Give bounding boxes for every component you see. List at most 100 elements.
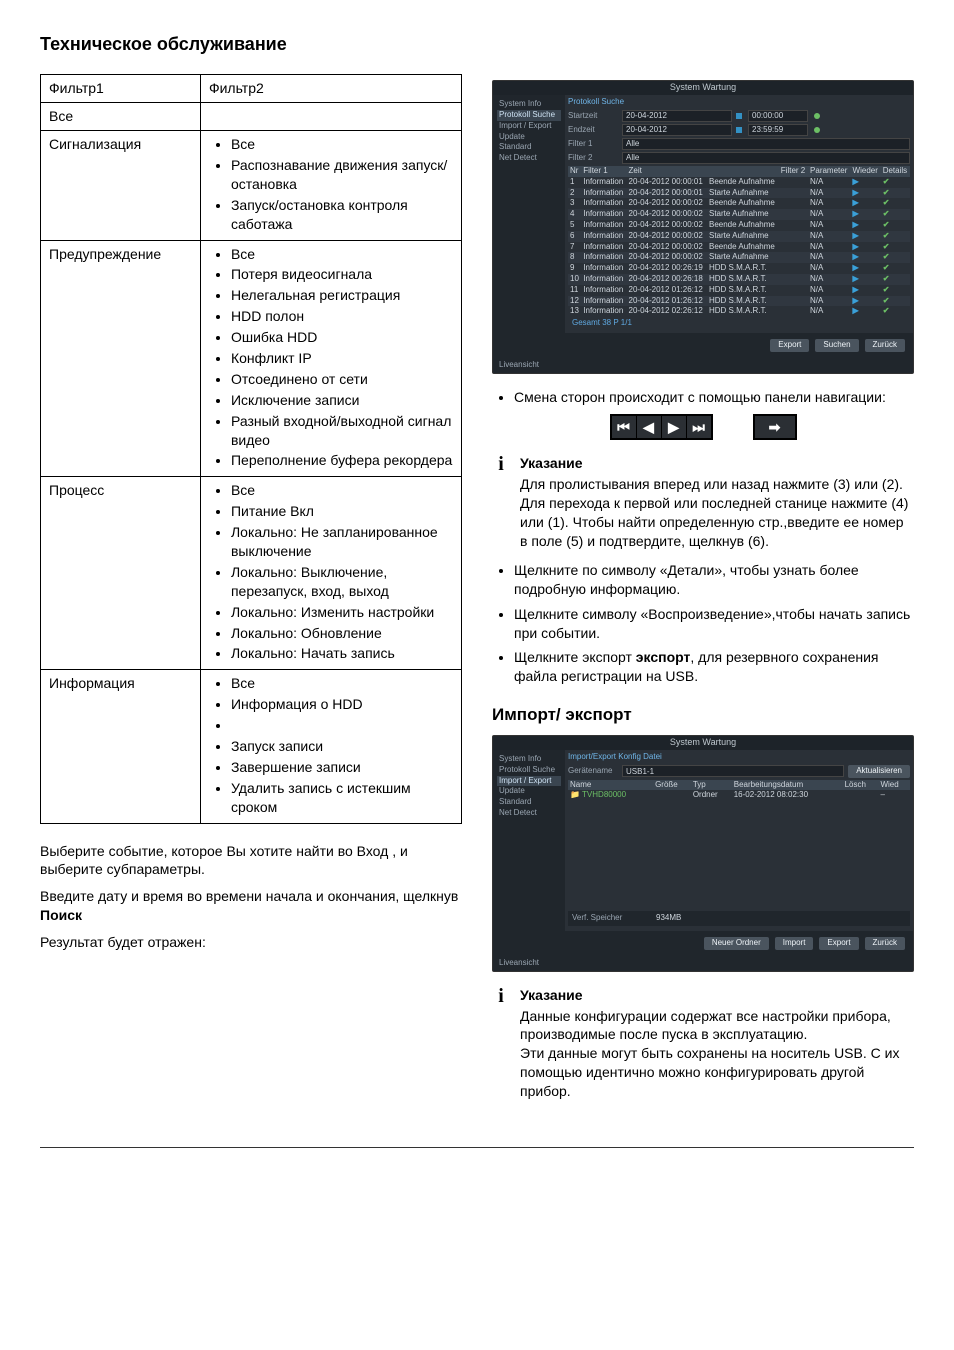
table-row[interactable]: 9Information20-04-2012 00:26:19HDD S.M.A…: [568, 263, 910, 274]
sidebar-item[interactable]: Import / Export: [497, 121, 561, 132]
play-icon[interactable]: ▶: [851, 177, 881, 188]
page-title: Техническое обслуживание: [40, 32, 914, 56]
sidebar-item[interactable]: System Info: [497, 99, 561, 110]
filter1-cell: Предупреждение: [41, 240, 201, 477]
refresh-button[interactable]: Aktualisieren: [848, 765, 910, 778]
filter2-select[interactable]: [622, 152, 910, 164]
details-icon[interactable]: ✔: [881, 188, 910, 199]
play-icon[interactable]: ▶: [851, 198, 881, 209]
details-icon[interactable]: ✔: [881, 296, 910, 307]
table-row[interactable]: 11Information20-04-2012 01:26:12HDD S.M.…: [568, 285, 910, 296]
sidebar-item[interactable]: Update: [497, 786, 561, 797]
list-item: Питание Вкл: [231, 502, 453, 521]
sidebar-item[interactable]: System Info: [497, 754, 561, 765]
neuer-ordner-button[interactable]: Neuer Ordner: [704, 937, 769, 950]
play-icon[interactable]: ▶: [851, 242, 881, 253]
screenshot2-main: Import/Export Konfig Datei Gerätename Ak…: [565, 750, 913, 931]
screenshot1-sidebar: System InfoProtokoll SucheImport / Expor…: [493, 95, 565, 333]
play-icon[interactable]: ▶: [851, 306, 881, 317]
table-row[interactable]: 📁 TVHD80000 Ordner 16-02-2012 08:02:30 –: [568, 790, 910, 801]
screenshot1-liveview[interactable]: Liveansicht: [493, 358, 913, 373]
details-icon[interactable]: ✔: [881, 198, 910, 209]
list-item: Ошибка HDD: [231, 328, 453, 347]
clock-icon[interactable]: [814, 113, 820, 119]
table-row[interactable]: 7Information20-04-2012 00:00:02Beende Au…: [568, 242, 910, 253]
import-button[interactable]: Import: [775, 937, 814, 950]
nav-button-4[interactable]: ⏭: [687, 416, 711, 438]
start-date-input[interactable]: [622, 110, 732, 122]
suchen-button[interactable]: Suchen: [815, 339, 858, 352]
play-icon[interactable]: ▶: [851, 220, 881, 231]
start-time-input[interactable]: [748, 110, 808, 122]
play-icon[interactable]: ▶: [851, 263, 881, 274]
list-item: Все: [231, 674, 453, 693]
sidebar-item[interactable]: Net Detect: [497, 808, 561, 819]
table-row[interactable]: 12Information20-04-2012 01:26:12HDD S.M.…: [568, 296, 910, 307]
details-icon[interactable]: ✔: [881, 209, 910, 220]
sidebar-item[interactable]: Standard: [497, 142, 561, 153]
play-icon[interactable]: ▶: [851, 274, 881, 285]
details-icon[interactable]: ✔: [881, 220, 910, 231]
play-icon[interactable]: ▶: [851, 209, 881, 220]
note1-title: Указание: [520, 454, 914, 473]
screenshot2-button-bar: Neuer Ordner Import Export Zurück: [493, 931, 913, 956]
clock-icon[interactable]: [814, 127, 820, 133]
end-date-input[interactable]: [622, 124, 732, 136]
details-icon[interactable]: ✔: [881, 306, 910, 317]
sidebar-item[interactable]: Net Detect: [497, 153, 561, 164]
table-row[interactable]: 3Information20-04-2012 00:00:02Beende Au…: [568, 198, 910, 209]
sidebar-item[interactable]: Protokoll Suche: [497, 110, 561, 121]
sidebar-item[interactable]: Import / Export: [497, 776, 561, 787]
details-icon[interactable]: ✔: [881, 242, 910, 253]
sidebar-item[interactable]: Standard: [497, 797, 561, 808]
device-select[interactable]: [622, 765, 844, 777]
navigation-bar: ⏮◀▶⏭ ➡: [492, 414, 914, 440]
filter1-cell: Информация: [41, 670, 201, 823]
nav-button-3[interactable]: ▶: [662, 416, 687, 438]
filter1-cell: Процесс: [41, 477, 201, 670]
right-bullet-navigation: Смена сторон происходит с помощью панели…: [514, 388, 914, 407]
table-row[interactable]: 2Information20-04-2012 00:00:01Starte Au…: [568, 188, 910, 199]
details-icon[interactable]: ✔: [881, 285, 910, 296]
export-button[interactable]: Export: [770, 339, 809, 352]
table-row[interactable]: 10Information20-04-2012 00:26:18HDD S.M.…: [568, 274, 910, 285]
page-bottom-rule: [40, 1147, 914, 1148]
play-icon[interactable]: ▶: [851, 231, 881, 242]
play-icon[interactable]: ▶: [851, 188, 881, 199]
calendar-icon[interactable]: [736, 113, 742, 119]
list-item: Локально: Начать запись: [231, 644, 453, 663]
details-icon[interactable]: ✔: [881, 274, 910, 285]
screenshot2-liveview[interactable]: Liveansicht: [493, 956, 913, 971]
list-item: HDD полон: [231, 307, 453, 326]
left-paragraph-1: Выберите событие, которое Вы хотите найт…: [40, 842, 462, 880]
play-icon[interactable]: ▶: [851, 252, 881, 263]
details-icon[interactable]: ✔: [881, 177, 910, 188]
export-button[interactable]: Export: [819, 937, 858, 950]
sidebar-item[interactable]: Protokoll Suche: [497, 765, 561, 776]
screenshot2-tab[interactable]: Import/Export Konfig Datei: [568, 753, 910, 762]
list-item: Все: [231, 245, 453, 264]
screenshot1-tab[interactable]: Protokoll Suche: [568, 98, 910, 107]
table-row[interactable]: 6Information20-04-2012 00:00:02Starte Au…: [568, 231, 910, 242]
calendar-icon[interactable]: [736, 127, 742, 133]
zurück-button[interactable]: Zurück: [865, 339, 905, 352]
table-row[interactable]: 8Information20-04-2012 00:00:02Starte Au…: [568, 252, 910, 263]
details-icon[interactable]: ✔: [881, 252, 910, 263]
navigation-go-button[interactable]: ➡: [753, 414, 797, 440]
filter1-select[interactable]: [622, 138, 910, 150]
table-row[interactable]: 13Information20-04-2012 02:26:12HDD S.M.…: [568, 306, 910, 317]
list-item: Отсоединено от сети: [231, 370, 453, 389]
nav-button-1[interactable]: ⏮: [612, 416, 637, 438]
play-icon[interactable]: ▶: [851, 296, 881, 307]
right-column: System Wartung System InfoProtokoll Such…: [492, 74, 914, 1111]
end-time-input[interactable]: [748, 124, 808, 136]
sidebar-item[interactable]: Update: [497, 132, 561, 143]
table-row[interactable]: 5Information20-04-2012 00:00:02Beende Au…: [568, 220, 910, 231]
nav-button-2[interactable]: ◀: [637, 416, 662, 438]
details-icon[interactable]: ✔: [881, 231, 910, 242]
play-icon[interactable]: ▶: [851, 285, 881, 296]
zurück-button[interactable]: Zurück: [865, 937, 905, 950]
details-icon[interactable]: ✔: [881, 263, 910, 274]
table-row[interactable]: 4Information20-04-2012 00:00:02Starte Au…: [568, 209, 910, 220]
table-row[interactable]: 1Information20-04-2012 00:00:01Beende Au…: [568, 177, 910, 188]
